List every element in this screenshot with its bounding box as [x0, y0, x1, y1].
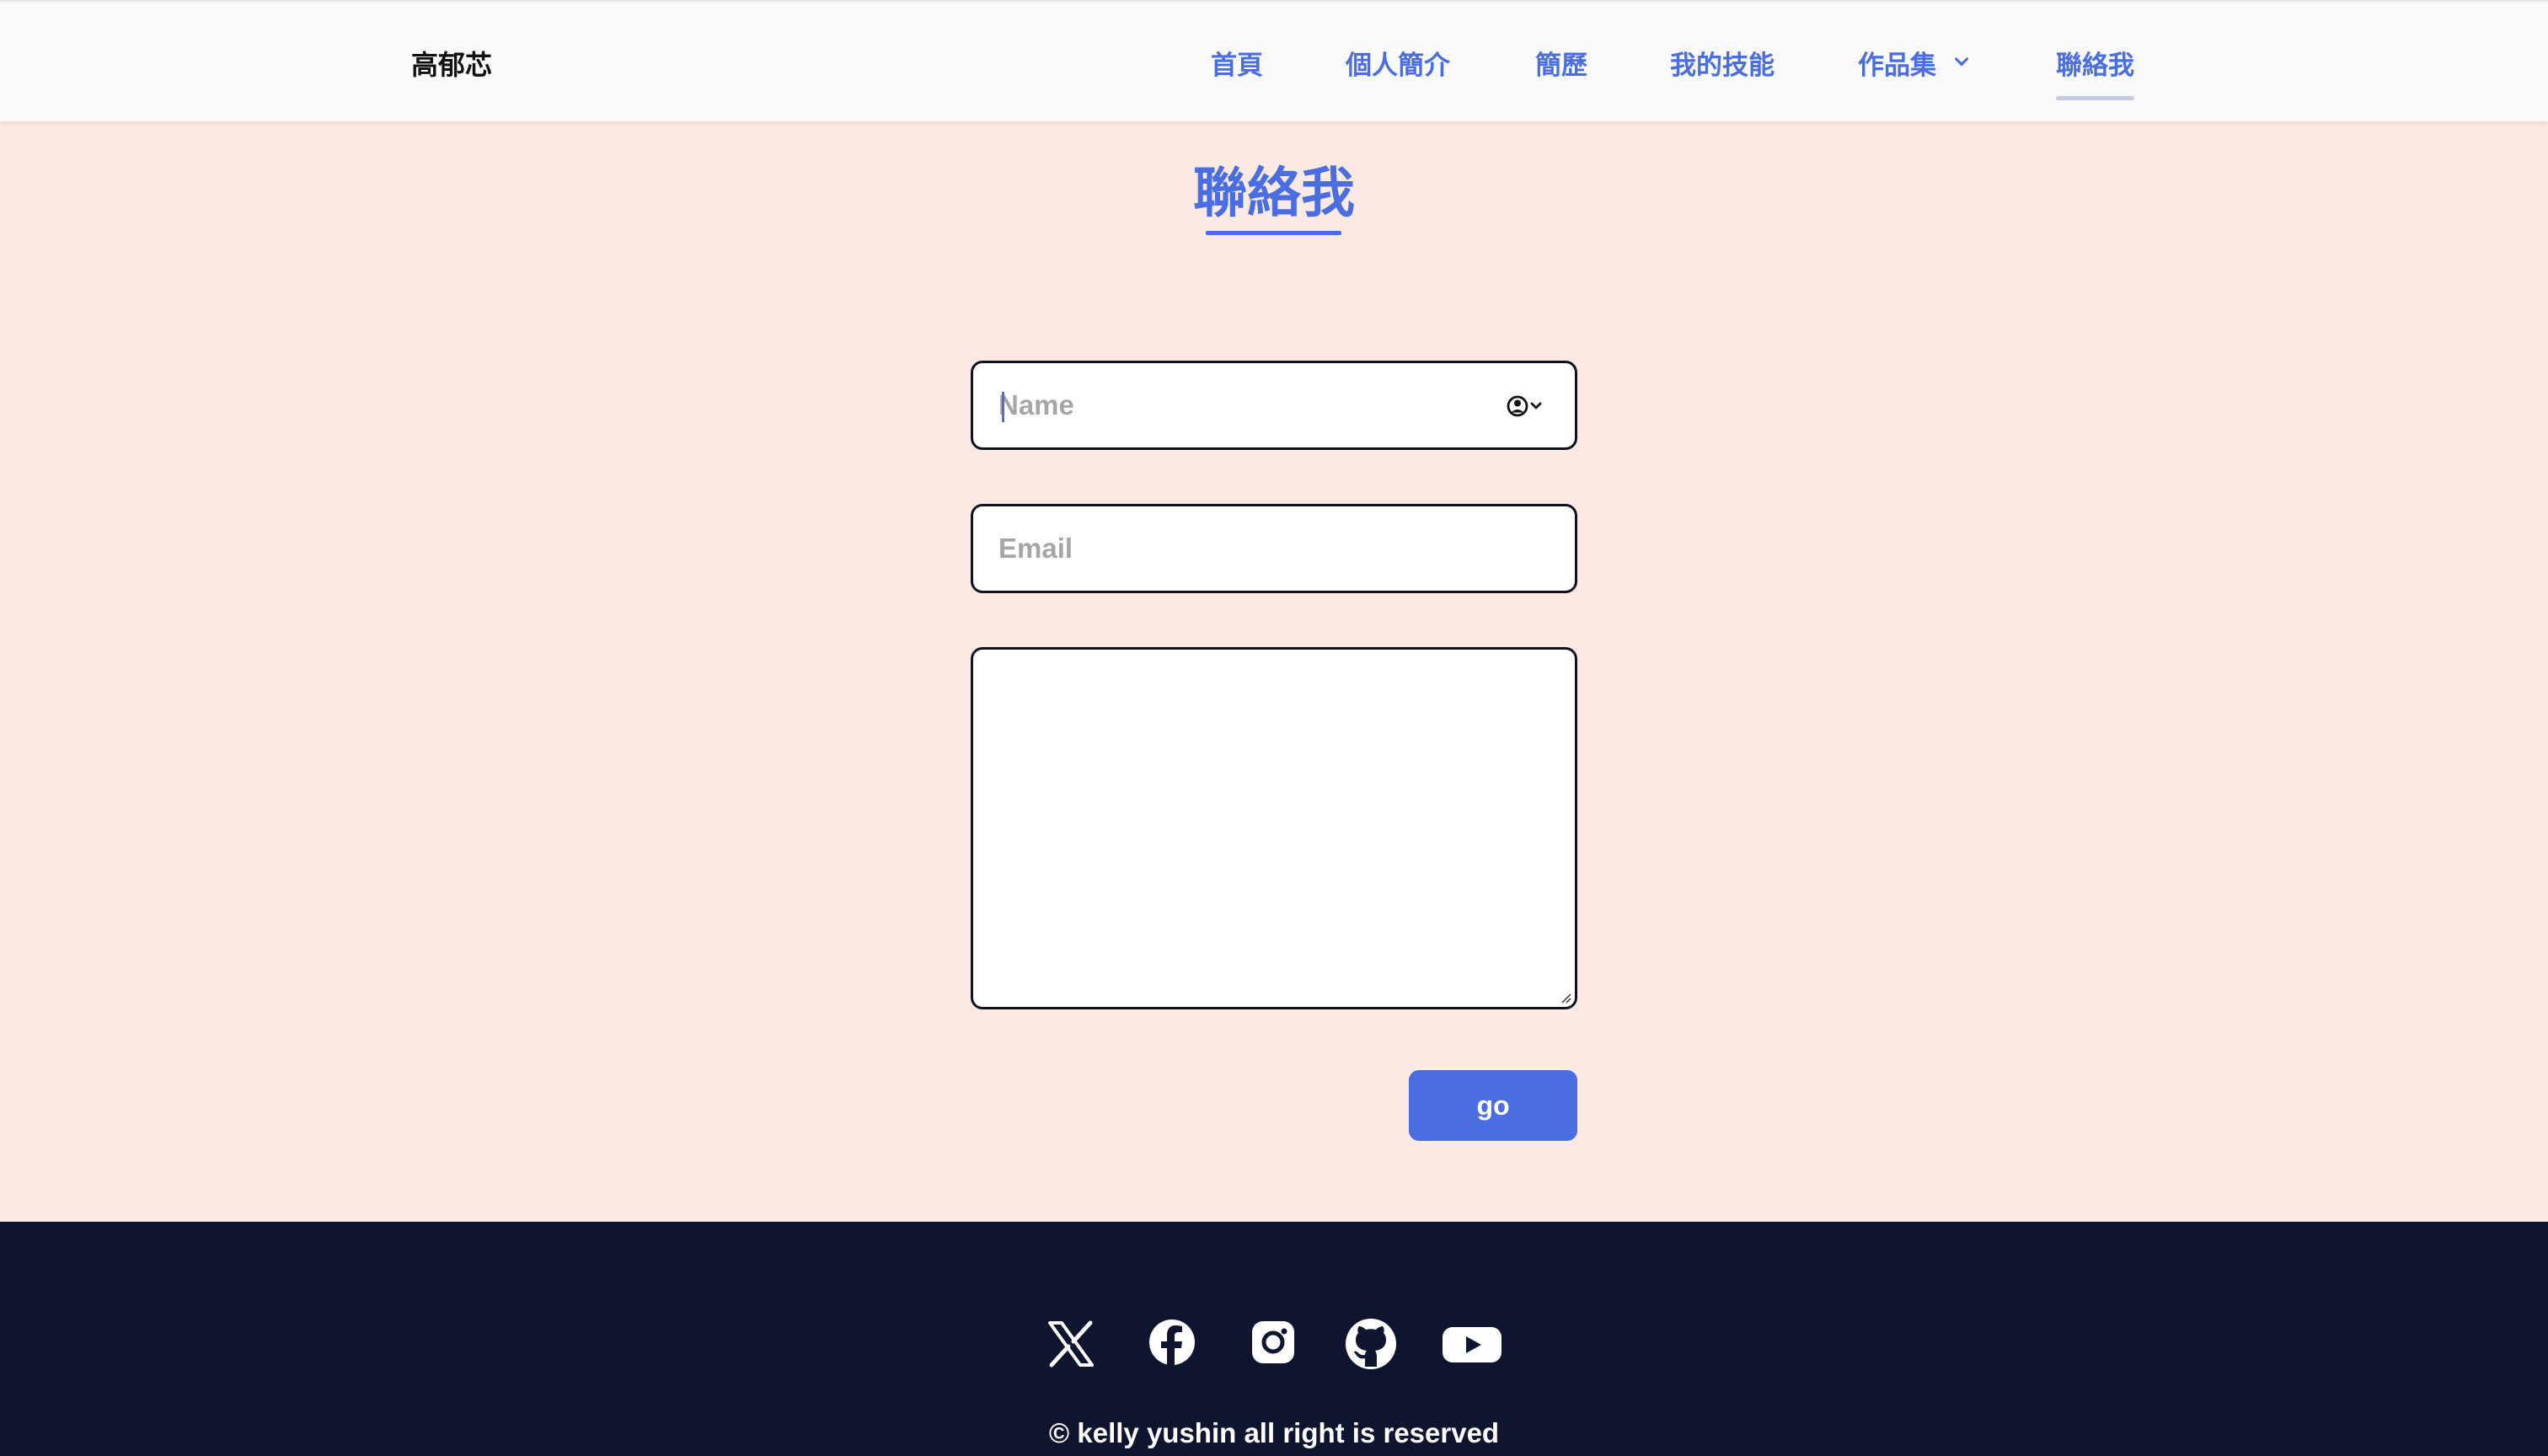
email-field[interactable]: [971, 504, 1577, 593]
copyright-text: © kelly yushin all right is reserved: [1048, 1417, 1500, 1448]
youtube-icon[interactable]: [1443, 1316, 1502, 1372]
nav-about[interactable]: 個人簡介: [1346, 44, 1450, 82]
contact-autofill-icon[interactable]: [1506, 393, 1546, 419]
top-navbar: 高郁芯 首頁 個人簡介 簡歷 我的技能 作品集 聯絡我: [0, 0, 2548, 121]
nav-portfolio[interactable]: 作品集: [1858, 44, 1936, 82]
name-input[interactable]: [973, 363, 1575, 447]
message-field[interactable]: [971, 647, 1577, 1009]
site-brand[interactable]: 高郁芯: [411, 44, 492, 83]
site-footer: © kelly yushin all right is reserved: [0, 1222, 2548, 1456]
nav-contact[interactable]: 聯絡我: [2056, 44, 2134, 100]
nav-resume[interactable]: 簡歷: [1535, 44, 1587, 82]
email-input[interactable]: [973, 506, 1575, 591]
nav-skills[interactable]: 我的技能: [1670, 44, 1774, 82]
submit-button[interactable]: go: [1409, 1070, 1577, 1141]
page-title: 聯絡我: [1193, 163, 1355, 225]
facebook-icon[interactable]: [1144, 1316, 1200, 1372]
text-caret: [1002, 392, 1004, 422]
resize-handle-icon[interactable]: [1560, 992, 1571, 1004]
x-icon[interactable]: [1043, 1316, 1099, 1372]
instagram-icon[interactable]: [1245, 1316, 1301, 1372]
nav-home[interactable]: 首頁: [1211, 44, 1263, 82]
chevron-down-icon[interactable]: [1954, 51, 1969, 67]
title-underline: [1206, 231, 1341, 235]
github-icon[interactable]: [1343, 1316, 1399, 1372]
message-textarea[interactable]: [973, 650, 1575, 1007]
name-field[interactable]: [971, 361, 1577, 450]
